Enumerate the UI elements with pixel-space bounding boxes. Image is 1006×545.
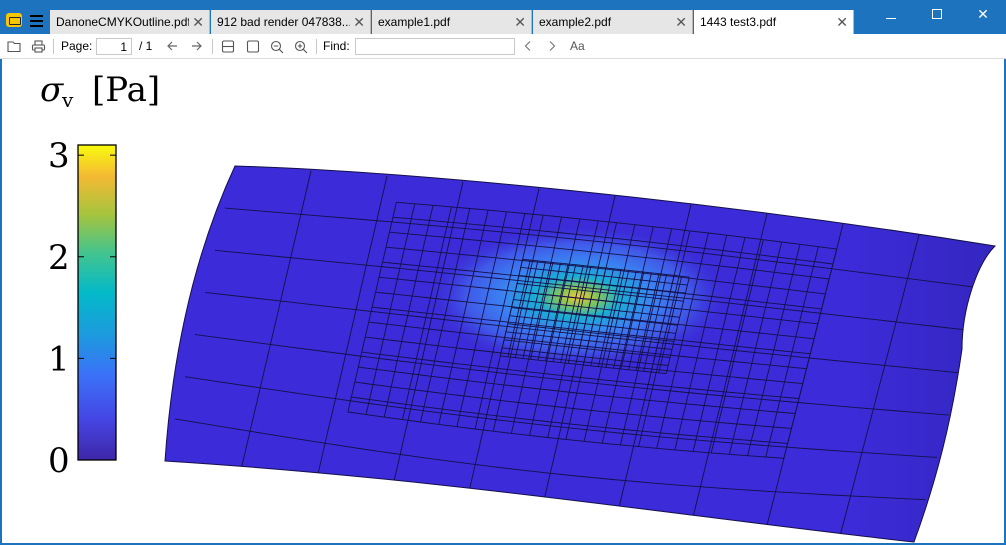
tab-label: 1443 test3.pdf [700,15,777,29]
stress-hotspot [428,225,728,369]
colorbar-tick-label: 1 [48,339,70,379]
minimize-button[interactable] [868,0,914,30]
tab-close-icon[interactable]: ✕ [836,10,848,34]
find-input[interactable] [355,38,515,55]
zoom-in-icon[interactable] [294,34,308,59]
fit-page-icon[interactable] [246,34,260,59]
colorbar-tick-label: 3 [48,136,70,176]
colorbar-tick-label: 2 [48,238,70,278]
find-label: Find: [323,39,350,53]
colorbar-title-subscript: v [61,88,74,112]
maximize-button[interactable] [914,0,960,30]
close-icon: ✕ [977,6,989,22]
colorbar-title-unit: [Pa] [92,70,160,110]
fit-width-icon[interactable] [221,34,235,59]
toolbar-separator [212,39,213,54]
menu-hamburger-icon[interactable] [30,15,43,27]
tab-label: example1.pdf [378,15,451,29]
zoom-out-icon[interactable] [270,34,284,59]
tab-label: DanoneCMYKOutline.pdf [56,15,189,29]
stress-surface-plot [164,165,997,543]
minimize-icon [886,18,896,19]
page-total: / 1 [139,39,153,53]
tab-label: example2.pdf [539,15,612,29]
colorbar-title-symbol: σ [40,70,64,110]
tab-danone[interactable]: DanoneCMYKOutline.pdf ✕ [50,10,210,34]
colorbar-title: σ v [Pa] [40,70,160,112]
find-next-icon[interactable] [547,34,557,59]
page-number-input[interactable] [96,38,132,55]
close-window-button[interactable]: ✕ [960,0,1006,30]
pdf-page-figure: σ v [Pa] 3 2 1 0 [40,70,997,543]
colorbar [77,144,117,461]
title-bar: DanoneCMYKOutline.pdf ✕ 912 bad render 0… [0,0,1006,34]
tab-label: 912 bad render 047838... [217,15,350,29]
tab-close-icon[interactable]: ✕ [192,10,204,34]
previous-page-arrow-icon[interactable] [166,34,179,59]
toolbar: Page: / 1 Find: Aa [0,34,1006,59]
tab-example2[interactable]: example2.pdf ✕ [533,10,693,34]
open-folder-icon[interactable] [7,34,22,59]
tab-1443-test3[interactable]: 1443 test3.pdf ✕ [694,10,854,34]
tab-912-bad-render[interactable]: 912 bad render 047838... ✕ [211,10,371,34]
tab-close-icon[interactable]: ✕ [675,10,687,34]
toolbar-separator [53,39,54,54]
document-view[interactable]: σ v [Pa] 3 2 1 0 [2,59,1004,543]
app-logo-icon [6,13,22,27]
toolbar-separator [316,39,317,54]
maximize-icon [932,9,942,19]
tab-close-icon[interactable]: ✕ [353,10,365,34]
find-previous-icon[interactable] [523,34,533,59]
colorbar-tick-label: 0 [48,441,70,481]
tab-close-icon[interactable]: ✕ [514,10,526,34]
match-case-toggle[interactable]: Aa [570,34,585,59]
print-icon[interactable] [31,34,46,59]
tab-example1[interactable]: example1.pdf ✕ [372,10,532,34]
page-label: Page: [61,39,93,53]
next-page-arrow-icon[interactable] [190,34,203,59]
